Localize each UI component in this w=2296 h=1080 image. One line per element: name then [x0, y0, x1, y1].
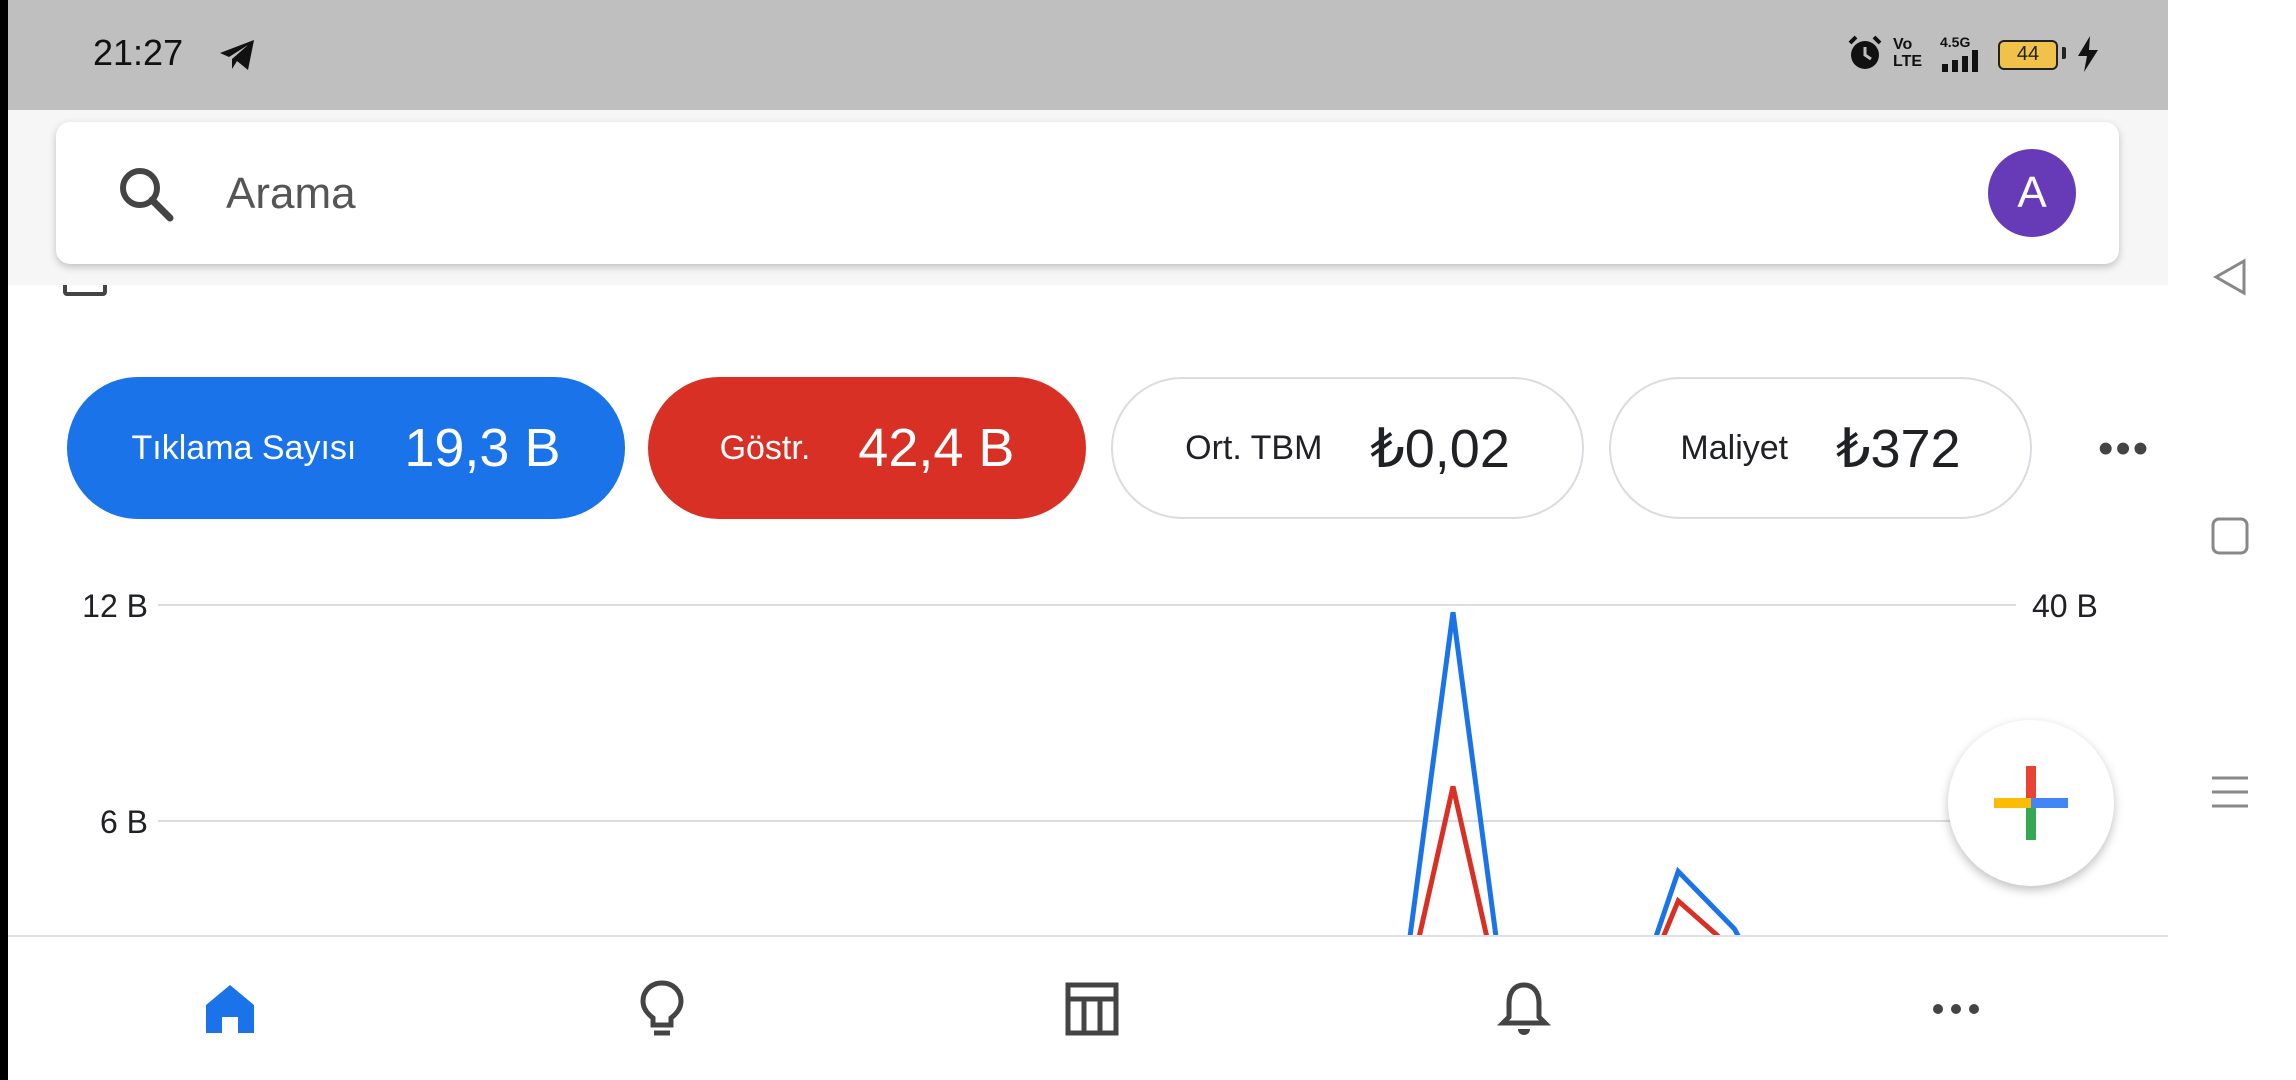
right-axis-tick: 40 B [2032, 588, 2098, 624]
metric-chip-cost[interactable]: Maliyet ₺372 [1609, 377, 2032, 519]
metric-chip-impressions[interactable]: Göstr. 42,4 B [648, 377, 1086, 519]
series-line-1 [1416, 785, 1722, 936]
add-fab-button[interactable] [1948, 720, 2114, 886]
battery-tip [2062, 47, 2066, 59]
metric-chip-clicks[interactable]: Tıklama Sayısı 19,3 B [67, 377, 625, 519]
recents-square-icon[interactable] [2208, 514, 2252, 558]
search-input[interactable] [224, 156, 1928, 232]
status-time: 21:27 [93, 32, 184, 73]
lightbulb-icon[interactable] [630, 977, 694, 1041]
series-line-0 [1407, 611, 1741, 936]
more-metrics-button[interactable]: ••• [2098, 424, 2150, 474]
performance-chart: 12 B 6 B 40 B [82, 588, 2098, 936]
telegram-icon [220, 40, 254, 70]
metric-chip-avg-cpc[interactable]: Ort. TBM ₺0,02 [1111, 377, 1584, 519]
metric-value: 42,4 B [858, 418, 1015, 478]
app-screen: 21:27 Vo LTE 4.5G 44 Tüm zamanlar [8, 0, 2168, 1080]
battery-icon: 44 [1998, 40, 2058, 70]
more-icon[interactable] [1924, 977, 1988, 1041]
battery-level: 44 [2016, 43, 2040, 65]
avatar[interactable]: A [1988, 149, 2076, 237]
plus-icon [1994, 766, 2068, 840]
back-icon[interactable] [2208, 255, 2252, 299]
metric-label: Göstr. [719, 428, 811, 467]
network-type-label: 4.5G [1940, 34, 1971, 50]
metric-label: Ort. TBM [1185, 428, 1323, 467]
alarm-icon [1848, 35, 1882, 69]
home-icon[interactable] [198, 977, 262, 1041]
metric-value: ₺0,02 [1370, 418, 1510, 479]
search-icon [120, 168, 174, 222]
charging-icon [2078, 36, 2098, 72]
metric-value: 19,3 B [404, 418, 561, 478]
metric-value: ₺372 [1836, 418, 1961, 479]
volte-icon: Vo LTE [1893, 36, 1923, 70]
bottom-navigation [8, 935, 2168, 1080]
series-layer [1407, 611, 1741, 936]
left-axis-tick: 6 B [100, 804, 148, 840]
metric-label: Maliyet [1680, 428, 1789, 467]
metric-label: Tıklama Sayısı [131, 428, 357, 467]
search-bar[interactable]: A [56, 122, 2119, 264]
table-icon[interactable] [1060, 977, 1124, 1041]
menu-icon[interactable] [2208, 770, 2252, 814]
left-axis-tick: 12 B [82, 588, 148, 624]
system-navigation-bar [2168, 0, 2296, 1080]
status-bar: 21:27 Vo LTE 4.5G 44 [8, 0, 2168, 110]
signal-icon [1942, 50, 1978, 72]
bell-icon[interactable] [1492, 977, 1556, 1041]
